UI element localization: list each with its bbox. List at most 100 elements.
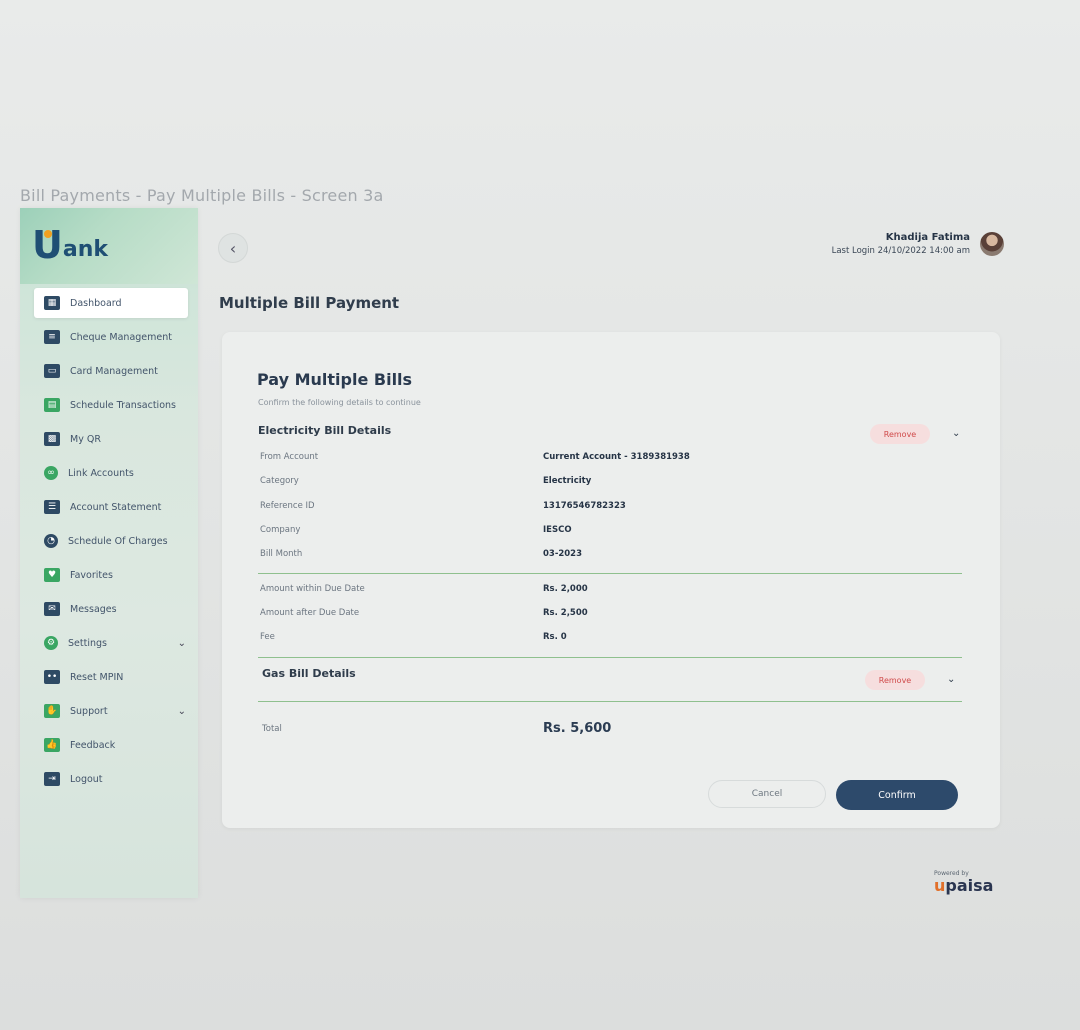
chevron-down-icon[interactable]: ⌄ xyxy=(178,706,186,717)
divider xyxy=(258,657,962,658)
pin-icon: •• xyxy=(44,670,60,684)
detail-row: Reference ID 13176546782323 xyxy=(260,501,960,517)
sidebar-item-messages[interactable]: ✉ Messages xyxy=(20,592,198,626)
amount-row: Fee Rs. 0 xyxy=(260,632,960,648)
remove-electricity-button[interactable]: Remove xyxy=(870,424,930,444)
detail-value: 03-2023 xyxy=(543,549,583,559)
divider xyxy=(258,701,962,702)
card-icon: ▭ xyxy=(44,364,60,378)
sidebar-nav: ▦ Dashboard ≡ Cheque Management ▭ Card M… xyxy=(20,286,198,796)
pay-multiple-bills-card: Pay Multiple Bills Confirm the following… xyxy=(222,332,1000,828)
sidebar-item-label: Account Statement xyxy=(70,501,162,513)
detail-value: Current Account - 3189381938 xyxy=(543,452,690,462)
avatar[interactable] xyxy=(980,232,1004,256)
back-button[interactable]: ‹ xyxy=(218,233,248,263)
detail-value: 13176546782323 xyxy=(543,501,626,511)
detail-row: From Account Current Account - 318938193… xyxy=(260,452,960,468)
sidebar-item-schedule-of-charges[interactable]: ◔ Schedule Of Charges xyxy=(20,524,198,558)
detail-row: Category Electricity xyxy=(260,476,960,492)
sidebar-item-cheque-management[interactable]: ≡ Cheque Management xyxy=(20,320,198,354)
calendar-icon: ▤ xyxy=(44,398,60,412)
sidebar-item-label: Support xyxy=(70,705,108,717)
sidebar-item-label: Feedback xyxy=(70,739,116,751)
card-subtitle: Confirm the following details to continu… xyxy=(258,398,421,407)
amount-value: Rs. 2,500 xyxy=(543,608,588,618)
thumbs-up-icon: 👍 xyxy=(44,738,60,752)
gear-icon: ⚙ xyxy=(44,636,58,650)
total-label: Total xyxy=(262,724,282,734)
confirm-button[interactable]: Confirm xyxy=(836,780,958,810)
remove-gas-button[interactable]: Remove xyxy=(865,670,925,690)
upaisa-logo: upaisa xyxy=(934,876,993,895)
cheque-icon: ≡ xyxy=(44,330,60,344)
sidebar-item-reset-mpin[interactable]: •• Reset MPIN xyxy=(20,660,198,694)
sidebar-item-label: Reset MPIN xyxy=(70,671,124,683)
logout-icon: ⇥ xyxy=(44,772,60,786)
detail-label: From Account xyxy=(260,452,319,462)
detail-label: Category xyxy=(260,476,299,486)
last-login: Last Login 24/10/2022 14:00 am xyxy=(831,246,970,256)
detail-value: IESCO xyxy=(543,525,572,535)
amount-value: Rs. 2,000 xyxy=(543,584,588,594)
sidebar-item-label: Link Accounts xyxy=(68,467,134,479)
amount-label: Amount within Due Date xyxy=(260,584,365,594)
sidebar-item-label: My QR xyxy=(70,433,101,445)
statement-icon: ☰ xyxy=(44,500,60,514)
detail-row: Company IESCO xyxy=(260,525,960,541)
amount-row: Amount after Due Date Rs. 2,500 xyxy=(260,608,960,624)
sidebar-item-label: Favorites xyxy=(70,569,113,581)
sidebar-item-label: Cheque Management xyxy=(70,331,172,343)
logo-dot xyxy=(44,230,52,238)
qr-icon: ▩ xyxy=(44,432,60,446)
detail-label: Bill Month xyxy=(260,549,303,559)
sidebar-item-label: Logout xyxy=(70,773,103,785)
sidebar-item-label: Schedule Of Charges xyxy=(68,535,168,547)
electricity-bill-title: Electricity Bill Details xyxy=(258,424,392,437)
detail-label: Reference ID xyxy=(260,501,315,511)
amount-row: Amount within Due Date Rs. 2,000 xyxy=(260,584,960,600)
logo-text: ank xyxy=(62,237,108,262)
card-title: Pay Multiple Bills xyxy=(257,370,413,389)
chevron-left-icon: ‹ xyxy=(229,238,237,258)
amount-value: Rs. 0 xyxy=(543,632,567,642)
gas-bill-title: Gas Bill Details xyxy=(262,667,356,680)
sidebar-item-settings[interactable]: ⚙ Settings ⌄ xyxy=(20,626,198,660)
total-value: Rs. 5,600 xyxy=(543,721,612,736)
sidebar-item-my-qr[interactable]: ▩ My QR xyxy=(20,422,198,456)
sidebar-item-card-management[interactable]: ▭ Card Management xyxy=(20,354,198,388)
dashboard-icon: ▦ xyxy=(44,296,60,310)
sidebar-item-label: Card Management xyxy=(70,365,158,377)
sidebar-item-label: Dashboard xyxy=(70,297,122,309)
chevron-down-icon[interactable]: ⌄ xyxy=(178,638,186,649)
sidebar-item-feedback[interactable]: 👍 Feedback xyxy=(20,728,198,762)
heart-icon: ♥ xyxy=(44,568,60,582)
sidebar-item-label: Schedule Transactions xyxy=(70,399,176,411)
sidebar-item-link-accounts[interactable]: ∞ Link Accounts xyxy=(20,456,198,490)
sidebar: U ank ▦ Dashboard ≡ Cheque Management ▭ … xyxy=(20,208,198,898)
chevron-down-icon[interactable]: ⌄ xyxy=(952,428,960,439)
message-icon: ✉ xyxy=(44,602,60,616)
page-caption: Bill Payments - Pay Multiple Bills - Scr… xyxy=(20,186,384,205)
detail-label: Company xyxy=(260,525,301,535)
divider xyxy=(258,573,962,574)
amount-label: Fee xyxy=(260,632,275,642)
link-icon: ∞ xyxy=(44,466,58,480)
detail-row: Bill Month 03-2023 xyxy=(260,549,960,565)
page-title: Multiple Bill Payment xyxy=(219,294,400,312)
sidebar-item-support[interactable]: ✋ Support ⌄ xyxy=(20,694,198,728)
sidebar-item-account-statement[interactable]: ☰ Account Statement xyxy=(20,490,198,524)
amount-label: Amount after Due Date xyxy=(260,608,360,618)
charges-icon: ◔ xyxy=(44,534,58,548)
sidebar-item-label: Messages xyxy=(70,603,117,615)
support-icon: ✋ xyxy=(44,704,60,718)
sidebar-item-favorites[interactable]: ♥ Favorites xyxy=(20,558,198,592)
sidebar-item-logout[interactable]: ⇥ Logout xyxy=(20,762,198,796)
cancel-button[interactable]: Cancel xyxy=(708,780,826,808)
upaisa-logo-u: u xyxy=(934,876,946,895)
sidebar-item-dashboard[interactable]: ▦ Dashboard xyxy=(34,288,188,318)
chevron-down-icon[interactable]: ⌄ xyxy=(947,674,955,685)
detail-value: Electricity xyxy=(543,476,592,486)
sidebar-item-label: Settings xyxy=(68,637,107,649)
sidebar-item-schedule-transactions[interactable]: ▤ Schedule Transactions xyxy=(20,388,198,422)
upaisa-logo-text: paisa xyxy=(945,876,994,895)
